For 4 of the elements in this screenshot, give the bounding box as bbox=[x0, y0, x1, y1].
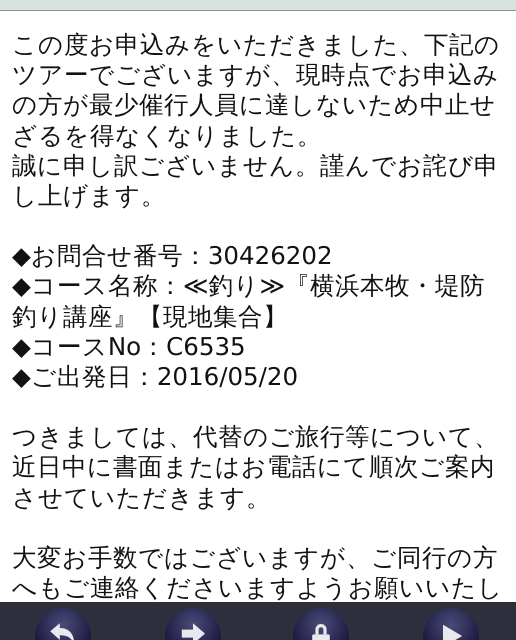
message-paragraph: ◆お問合せ番号：30426202 ◆コース名称：≪釣り≫『横浜本牧・堤防 釣り講座』【現地集合】 ◆コースNo：C6535 ◆ご出発日：2016/05/20 bbox=[12, 241, 486, 392]
message-paragraph: つきましては、代替のご旅行等について、 近日中に書面またはお電話にて順次ご案内 させていただきます。 bbox=[12, 422, 500, 513]
message-paragraph: 大変お手数ではございますが、ご同行の方 へもご連絡くださいますようお願いいたし bbox=[12, 542, 504, 604]
message-paragraph: この度お申込みをいただきました、下記の ツアーでございますが、現時点でお申込み の方が最少催行人員に達しないため中止せ ざるを得なくなりました。 誠に申し訳ございません。謹んでお詫び申 し上げます。 bbox=[12, 30, 501, 212]
